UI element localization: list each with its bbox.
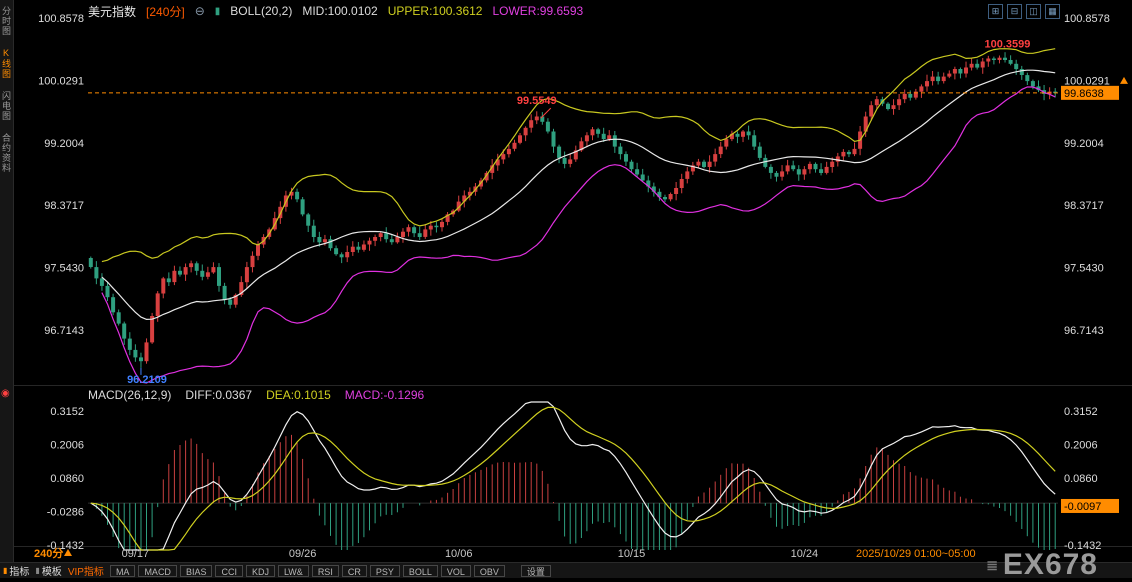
svg-text:100.0291: 100.0291: [1064, 75, 1110, 87]
indicator-button-MA[interactable]: MA: [109, 564, 136, 577]
svg-text:240分: 240分: [34, 546, 63, 560]
sidebar-tab-lightning-chart[interactable]: 闪电图: [0, 91, 13, 121]
svg-text:96.7143: 96.7143: [1064, 325, 1104, 337]
svg-text:0.3152: 0.3152: [1064, 406, 1098, 418]
templates-tab-marker-icon: ▮: [35, 566, 40, 575]
macd-axis-labels: 0.3152 0.3152 0.2006 0.2006 0.0860 0.0860 -0.0…: [47, 406, 1102, 552]
svg-text:09/26: 09/26: [289, 548, 317, 560]
chart-canvas[interactable]: 100.8578 100.8578100.0291 100.029199.2004 9…: [0, 0, 1132, 578]
indicator-dot-icon[interactable]: ◉: [1, 388, 10, 399]
boll-indicator-icon: ▮: [214, 5, 221, 17]
svg-text:99.8638: 99.8638: [1064, 88, 1104, 100]
boll-mid-line: [101, 69, 1056, 321]
boll-upper-line: [101, 48, 1056, 263]
indicator-buttons: MA MACD BIAS CCI KDJ LW& RSI CR PSY BOLL VOL OBV: [109, 564, 505, 577]
candlesticks: [88, 52, 1058, 368]
templates-tab-label: 模板: [41, 567, 62, 578]
indicator-button-KDJ[interactable]: KDJ: [245, 564, 275, 577]
price-axis-labels: 100.8578 100.8578100.0291 100.029199.2004 9…: [38, 13, 1110, 337]
boll-upper-value: UPPER:100.3612: [387, 4, 483, 18]
period-label[interactable]: [240分]: [146, 3, 185, 20]
sidebar-tab-time-chart[interactable]: 分时图: [0, 6, 13, 36]
svg-text:10/15: 10/15: [618, 548, 646, 560]
svg-text:100.0291: 100.0291: [38, 75, 84, 87]
indicator-button-VOL[interactable]: VOL: [440, 564, 471, 577]
indicator-button-MACD[interactable]: MACD: [138, 564, 177, 577]
indicators-tab-marker-icon: ▮: [3, 566, 8, 575]
svg-text:09/17: 09/17: [122, 548, 150, 560]
svg-text:100.3599: 100.3599: [985, 38, 1031, 50]
svg-text:98.3717: 98.3717: [44, 200, 84, 212]
macd-dea-value: DEA:0.1015: [266, 388, 331, 402]
indicator-button-OBV[interactable]: OBV: [473, 564, 505, 577]
svg-text:99.5549: 99.5549: [517, 95, 557, 107]
svg-text:10/06: 10/06: [445, 548, 473, 560]
toolbar-tab-templates[interactable]: ▮ 模板: [35, 563, 61, 578]
indicator-button-CCI[interactable]: CCI: [215, 564, 243, 577]
svg-text:-0.0097: -0.0097: [1064, 501, 1101, 513]
indicators-tab-label: 指标: [9, 567, 30, 578]
svg-text:2025/10/29 01:00~05:00: 2025/10/29 01:00~05:00: [856, 548, 976, 560]
svg-text:97.5430: 97.5430: [44, 263, 84, 275]
indicator-button-RSI[interactable]: RSI: [311, 564, 339, 577]
bottom-toolbar: ▮ 指标 ▮ 模板 VIP指标 MA MACD BIAS CCI KDJ LW& RSI CR…: [0, 562, 1132, 578]
boll-label: BOLL(20,2): [230, 4, 293, 18]
left-sidebar: 分时图 K线图 闪电图 合约资料 ◉: [0, 0, 14, 578]
macd-label: MACD(26,12,9): [88, 388, 172, 402]
zoom-out-icon[interactable]: ⊖: [195, 4, 205, 18]
macd-header: MACD(26,12,9) DIFF:0.0367 DEA:0.1015 MAC…: [88, 388, 424, 402]
svg-text:96.7143: 96.7143: [44, 325, 84, 337]
svg-text:0.0860: 0.0860: [50, 473, 84, 485]
svg-text:0.3152: 0.3152: [50, 406, 84, 418]
layout-grid-icon[interactable]: ▦: [1045, 3, 1060, 19]
macd-hist-value: MACD:-0.1296: [344, 388, 425, 402]
settings-button[interactable]: 设置: [520, 564, 551, 577]
expand-icon[interactable]: ⊞: [988, 3, 1003, 19]
sidebar-tab-contract-info[interactable]: 合约资料: [0, 133, 13, 173]
macd-histogram: [95, 434, 1056, 550]
svg-text:0.0860: 0.0860: [1064, 473, 1098, 485]
macd-diff-value: DIFF:0.0367: [185, 388, 253, 402]
toolbar-tab-indicators[interactable]: ▮ 指标: [3, 563, 29, 578]
price-up-arrow-icon: [1120, 76, 1128, 84]
boll-lower-value: LOWER:99.6593: [492, 4, 584, 18]
svg-text:96.2109: 96.2109: [127, 374, 167, 386]
sidebar-tab-kline-chart[interactable]: K线图: [0, 48, 13, 79]
window-controls: ⊞ ⊟ ◫ ▦: [988, 3, 1060, 19]
svg-text:99.2004: 99.2004: [44, 138, 84, 150]
indicator-button-BIAS[interactable]: BIAS: [179, 564, 213, 577]
svg-text:0.2006: 0.2006: [50, 440, 84, 452]
svg-text:99.2004: 99.2004: [1064, 138, 1104, 150]
svg-text:0.2006: 0.2006: [1064, 440, 1098, 452]
svg-text:-0.1432: -0.1432: [1064, 540, 1101, 552]
indicator-button-LW[interactable]: LW&: [277, 564, 309, 577]
indicator-button-PSY[interactable]: PSY: [369, 564, 400, 577]
boll-mid-value: MID:100.0102: [302, 4, 378, 18]
indicator-button-CR[interactable]: CR: [341, 564, 367, 577]
toolbar-tab-vip-indicators[interactable]: VIP指标: [68, 563, 104, 578]
svg-text:-0.0286: -0.0286: [47, 507, 84, 519]
svg-text:10/24: 10/24: [791, 548, 819, 560]
symbol-title: 美元指数: [88, 4, 137, 19]
svg-text:97.5430: 97.5430: [1064, 263, 1104, 275]
svg-text:98.3717: 98.3717: [1064, 200, 1104, 212]
boll-lower-line: [101, 86, 1056, 384]
layout-single-icon[interactable]: ⊟: [1007, 3, 1022, 19]
layout-split-icon[interactable]: ◫: [1026, 3, 1041, 19]
chart-topbar: 美元指数 [240分] ⊖ ▮ BOLL(20,2) MID:100.0102 …: [14, 0, 1132, 22]
indicator-button-BOLL[interactable]: BOLL: [402, 564, 438, 577]
